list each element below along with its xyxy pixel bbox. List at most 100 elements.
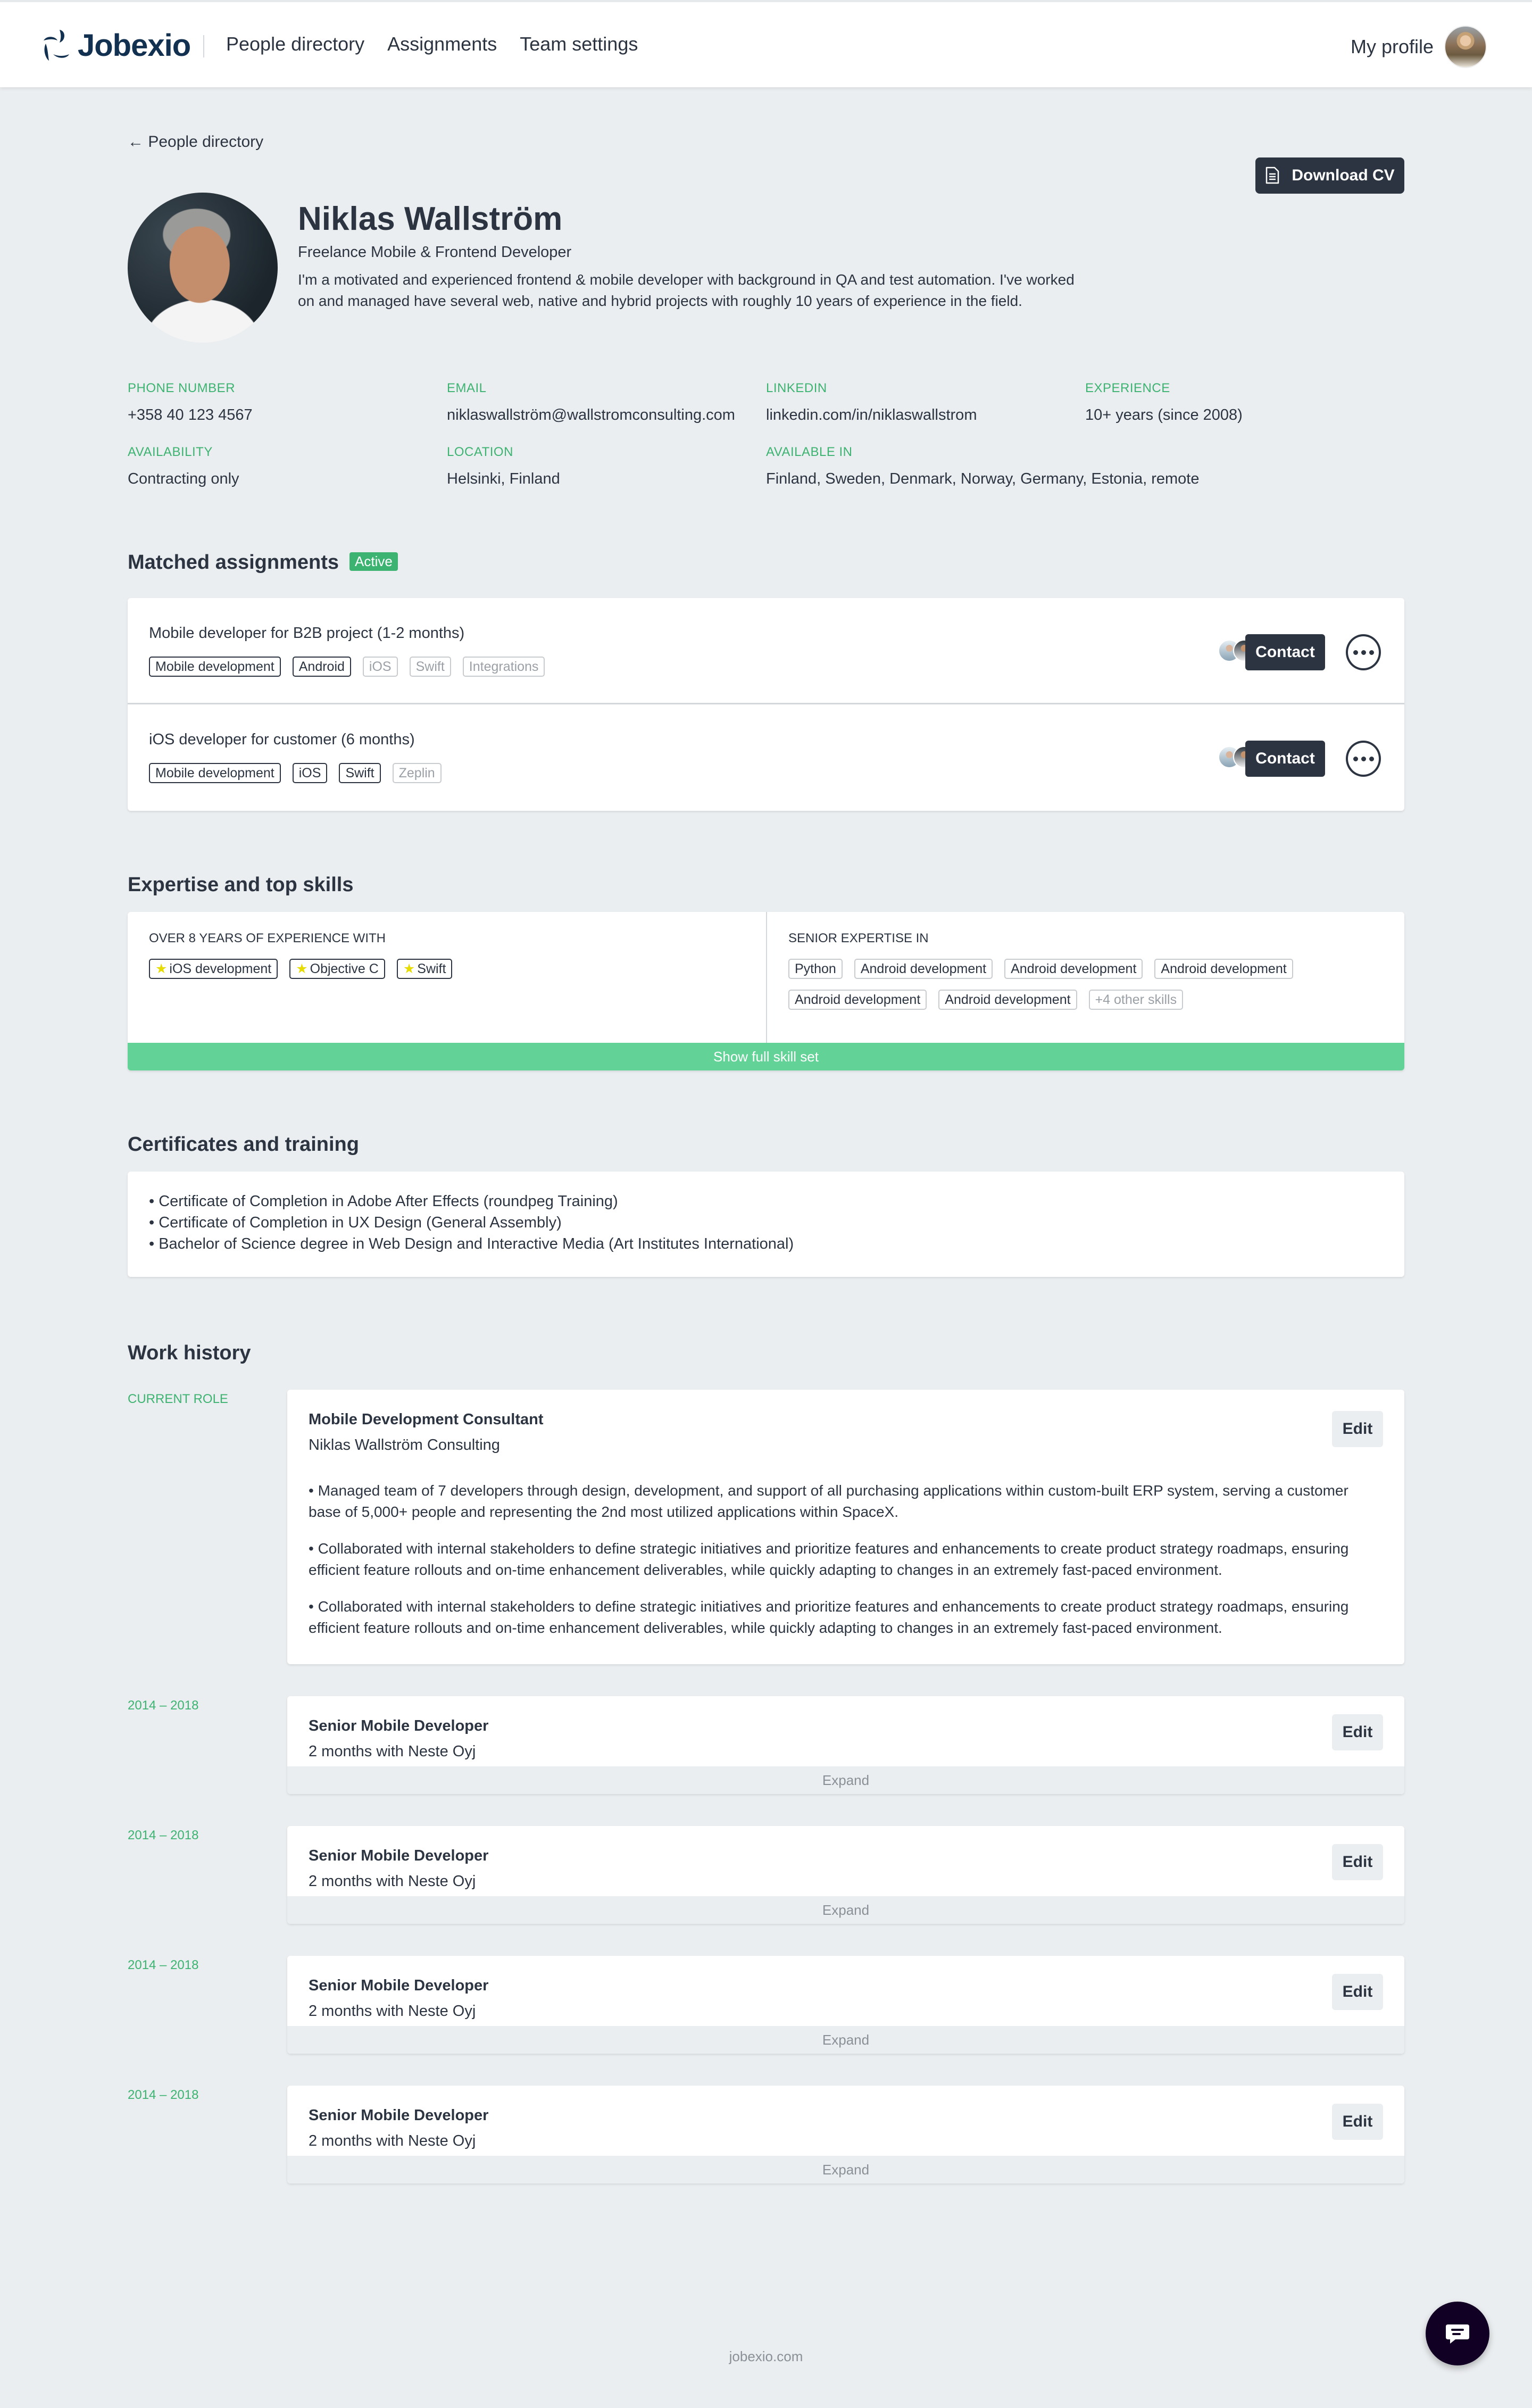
profile-bio: I'm a motivated and experienced frontend…	[298, 271, 1075, 309]
matched-assignments-heading: Matched assignments Active	[128, 551, 398, 574]
skill-tag: Python	[788, 959, 843, 979]
info-label: LinkedIn	[766, 381, 827, 395]
main-nav: People directory Assignments Team settin…	[226, 33, 638, 55]
expand-button[interactable]: Expand	[287, 2026, 1404, 2054]
assignment-row: Mobile developer for B2B project (1-2 mo…	[128, 598, 1404, 704]
work-role: Senior Mobile Developer	[309, 2107, 489, 2124]
assignment-row: iOS developer for customer (6 months) Mo…	[128, 704, 1404, 811]
work-history-heading: Work history	[128, 1342, 251, 1364]
section-title-text: Matched assignments	[128, 551, 339, 574]
edit-button[interactable]: Edit	[1332, 1411, 1383, 1447]
certificate-item: • Certificate of Completion in UX Design…	[149, 1214, 562, 1231]
info-value[interactable]: +358 40 123 4567	[128, 406, 253, 424]
edit-button[interactable]: Edit	[1332, 2104, 1383, 2140]
jobexio-logo-icon	[44, 29, 69, 61]
skills-card: Over 8 years of experience with ★ iOS dev…	[128, 912, 1404, 1070]
assignments-card: Mobile developer for B2B project (1-2 mo…	[128, 598, 1404, 811]
more-options-button[interactable]	[1346, 634, 1381, 670]
profile-name: Niklas Wallström	[298, 201, 563, 237]
star-icon: ★	[296, 961, 308, 976]
more-icon-dot	[1361, 650, 1366, 655]
work-entry: Senior Mobile Developer 2 months with Ne…	[287, 1956, 1404, 2054]
work-company: 2 months with Neste Oyj	[309, 2003, 476, 2020]
work-role: Senior Mobile Developer	[309, 1977, 489, 1994]
nav-team-settings[interactable]: Team settings	[520, 33, 638, 55]
other-skills-tag[interactable]: +4 other skills	[1088, 990, 1184, 1010]
expand-button[interactable]: Expand	[287, 2156, 1404, 2183]
skills-subheading: Over 8 years of experience with	[149, 931, 386, 945]
info-value: Finland, Sweden, Denmark, Norway, German…	[766, 470, 1200, 487]
tag: Zeplin	[392, 763, 442, 783]
certificates-card: • Certificate of Completion in Adobe Aft…	[128, 1172, 1404, 1277]
skill-tag: Android development	[938, 990, 1077, 1010]
download-cv-label: Download CV	[1292, 167, 1395, 184]
skills-columns: Over 8 years of experience with ★ iOS dev…	[128, 912, 1404, 1043]
chat-widget-button[interactable]	[1426, 2302, 1489, 2365]
more-icon-dot	[1353, 650, 1358, 655]
work-entry: Senior Mobile Developer 2 months with Ne…	[287, 2086, 1404, 2183]
star-icon: ★	[155, 961, 168, 976]
skill-tag: ★ Swift	[396, 959, 453, 979]
work-role: Senior Mobile Developer	[309, 1717, 489, 1734]
star-icon: ★	[403, 961, 415, 976]
assignment-title[interactable]: Mobile developer for B2B project (1-2 mo…	[149, 625, 464, 642]
skill-tag: Android development	[1004, 959, 1143, 979]
top-nav: Jobexio People directory Assignments Tea…	[0, 0, 1532, 87]
my-profile[interactable]: My profile	[1351, 26, 1487, 68]
contact-button[interactable]: Contact	[1245, 634, 1325, 670]
show-full-skill-set-button[interactable]: Show full skill set	[128, 1043, 1404, 1070]
work-entry-current: Mobile Development Consultant Niklas Wal…	[287, 1390, 1404, 1664]
back-to-people-directory[interactable]: ← People directory	[128, 133, 263, 151]
work-bullet: • Collaborated with internal stakeholder…	[309, 1540, 1349, 1578]
certificate-item: • Certificate of Completion in Adobe Aft…	[149, 1193, 618, 1210]
skills-heading: Expertise and top skills	[128, 874, 354, 896]
info-value[interactable]: linkedin.com/in/niklaswallstrom	[766, 406, 977, 424]
download-cv-button[interactable]: Download CV	[1255, 157, 1404, 194]
tag: Mobile development	[149, 763, 281, 783]
skill-label: Swift	[417, 961, 446, 976]
assignment-title[interactable]: iOS developer for customer (6 months)	[149, 731, 415, 749]
tag: iOS	[292, 763, 328, 783]
info-value: Helsinki, Finland	[447, 470, 560, 487]
more-icon-dot	[1353, 756, 1358, 761]
nav-people-directory[interactable]: People directory	[226, 33, 364, 55]
work-company: 2 months with Neste Oyj	[309, 1873, 476, 1890]
work-period: 2014 – 2018	[128, 1958, 199, 1972]
assignment-tags: Mobile development iOS Swift Zeplin	[149, 763, 442, 783]
nav-assignments[interactable]: Assignments	[387, 33, 497, 55]
work-company: 2 months with Neste Oyj	[309, 1743, 476, 1760]
contact-button[interactable]: Contact	[1245, 741, 1325, 777]
info-label: Availability	[128, 445, 213, 459]
certificates-list: • Certificate of Completion in Adobe Aft…	[128, 1172, 1404, 1274]
edit-button[interactable]: Edit	[1332, 1714, 1383, 1750]
info-value: Contracting only	[128, 470, 239, 487]
work-role: Mobile Development Consultant	[309, 1411, 544, 1428]
work-bullets: • Managed team of 7 developers through d…	[309, 1480, 1383, 1654]
info-value[interactable]: niklaswallström@wallstromconsulting.com	[447, 406, 735, 424]
work-bullet: • Collaborated with internal stakeholder…	[309, 1598, 1349, 1636]
more-options-button[interactable]	[1346, 741, 1381, 777]
skill-label: Objective C	[310, 961, 379, 976]
skill-tags: ★ iOS development ★ Objective C ★ Swift	[149, 959, 745, 979]
brand-logo[interactable]: Jobexio	[41, 28, 191, 63]
user-avatar[interactable]	[1444, 26, 1487, 68]
expand-button[interactable]: Expand	[287, 1766, 1404, 1794]
work-role: Senior Mobile Developer	[309, 1847, 489, 1864]
brand-name: Jobexio	[78, 28, 191, 63]
expand-button[interactable]: Expand	[287, 1896, 1404, 1924]
info-linkedin: LinkedIn linkedin.com/in/niklaswallstrom	[766, 381, 977, 424]
tag: Android	[292, 657, 351, 677]
info-phone: Phone number +358 40 123 4567	[128, 381, 253, 424]
info-experience: Experience 10+ years (since 2008)	[1085, 381, 1243, 424]
work-company: 2 months with Neste Oyj	[309, 2132, 476, 2149]
footer-domain[interactable]: jobexio.com	[0, 2348, 1532, 2365]
info-label: Email	[447, 381, 487, 395]
my-profile-label[interactable]: My profile	[1351, 36, 1434, 58]
info-availability: Availability Contracting only	[128, 445, 239, 488]
edit-button[interactable]: Edit	[1332, 1974, 1383, 2010]
more-icon-dot	[1369, 650, 1374, 655]
edit-button[interactable]: Edit	[1332, 1844, 1383, 1880]
info-label: Phone number	[128, 381, 236, 395]
chat-icon	[1446, 2324, 1469, 2344]
info-email: Email niklaswallström@wallstromconsultin…	[447, 381, 735, 424]
